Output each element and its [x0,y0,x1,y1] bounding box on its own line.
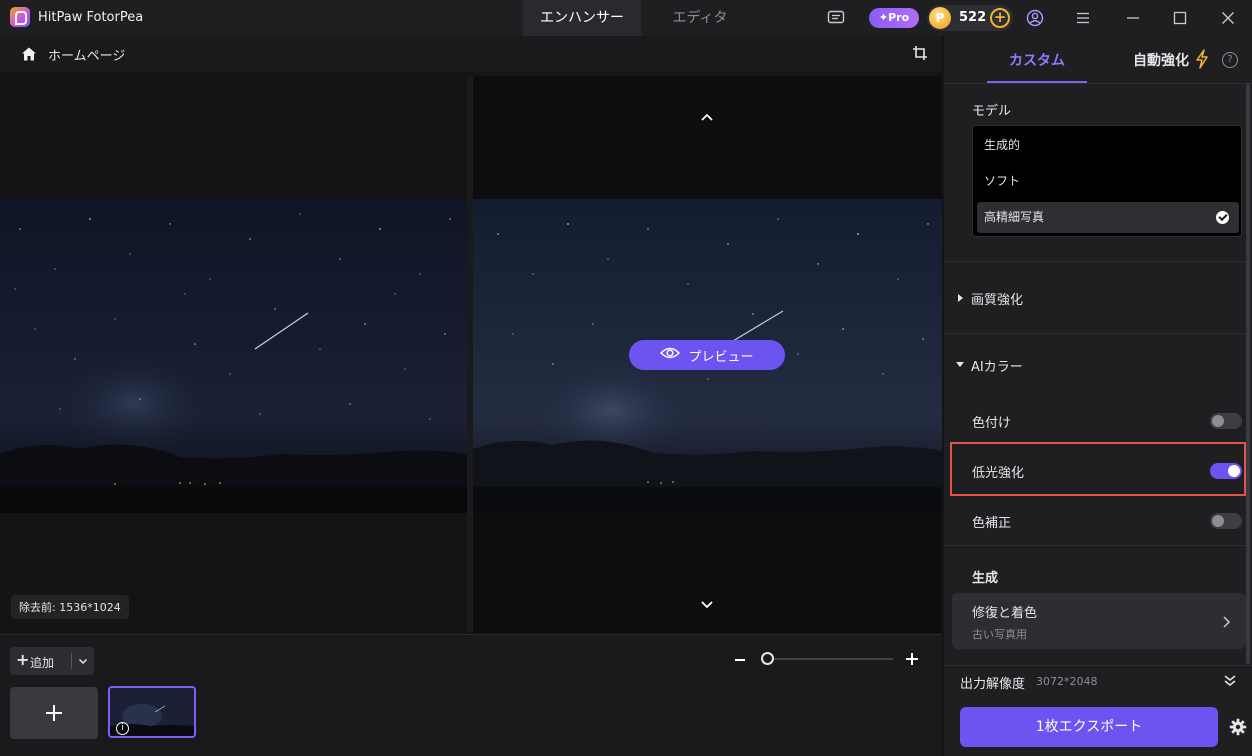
add-separator [71,653,72,669]
add-image-tile[interactable] [10,687,98,739]
zoom-in-icon[interactable] [904,651,920,667]
original-size-tag: 除去前: 1536*1024 [11,595,129,619]
model-selector: 生成的 ソフト 高精細写真 [972,125,1242,237]
export-button[interactable]: 1枚エクスポート [960,707,1218,747]
active-tab-indicator [987,81,1087,83]
color-correction-label: 色補正 [972,516,1012,531]
crop-icon[interactable] [912,45,930,63]
low-light-toggle[interactable] [1210,463,1242,479]
eye-icon [660,346,681,364]
expand-arrow-icon[interactable] [958,294,963,302]
preview-label: プレビュー [688,349,754,365]
app-window: HitPaw FotorPea エンハンサー エディタ ✦Pro P 522 + [0,0,1252,756]
add-label: 追加 [30,656,55,670]
message-icon[interactable] [826,8,846,28]
check-icon [1216,211,1229,224]
restore-title: 修復と着色 [972,606,1038,621]
model-option-hd-photo[interactable]: 高精細写真 [977,202,1239,233]
maximize-icon[interactable] [1170,8,1190,28]
nav-row: ホームページ [0,36,942,72]
settings-panel: カスタム 自動強化 ? モデル 生成的 ソフト 高精細写真 画質強化 AIカラー… [944,36,1252,756]
compare-divider[interactable] [467,76,473,633]
image-thumbnail[interactable]: i [108,686,196,738]
ai-color-section[interactable]: AIカラー [971,356,1023,375]
generate-label: 生成 [972,571,999,586]
title-bar: HitPaw FotorPea エンハンサー エディタ ✦Pro P 522 + [0,0,1252,36]
add-dropdown-chevron-icon[interactable] [77,655,89,667]
pro-badge[interactable]: ✦Pro [869,8,919,28]
tab-auto-enhance[interactable]: 自動強化 [1133,50,1189,70]
help-icon[interactable]: ? [1222,52,1238,68]
menu-icon[interactable] [1073,8,1093,28]
divider [944,665,1252,666]
chevron-up-icon[interactable] [697,107,717,127]
color-correction-toggle[interactable] [1210,513,1242,529]
home-link[interactable]: ホームページ [48,45,125,64]
panel-tabs: カスタム 自動強化 ? [944,36,1252,84]
add-button[interactable]: + 追加 [10,647,94,675]
home-icon[interactable] [20,45,38,63]
low-light-label: 低光強化 [972,466,1025,481]
model-label: モデル [972,104,1012,119]
output-resolution-value: 3072*2048 [1036,675,1098,688]
gear-icon[interactable] [1229,718,1247,736]
restore-subtitle: 古い写真用 [972,628,1027,641]
tab-enhancer[interactable]: エンハンサー [523,0,641,36]
chevron-right-icon [1220,614,1232,628]
panel-scrollbar[interactable] [1246,84,1250,664]
divider [944,545,1246,546]
double-chevron-down-icon[interactable] [1223,673,1237,687]
app-logo-icon [10,7,30,27]
close-icon[interactable] [1218,8,1238,28]
minimize-icon[interactable] [1123,8,1143,28]
plus-icon: + [16,650,30,669]
zoom-slider-handle[interactable] [761,652,774,665]
coin-balance[interactable]: P 522 + [927,5,1013,31]
tab-custom[interactable]: カスタム [987,50,1087,70]
restore-colorize-card[interactable]: 修復と着色 古い写真用 [952,593,1246,649]
quality-enhance-section[interactable]: 画質強化 [971,289,1023,308]
add-coins-icon[interactable]: + [990,8,1010,28]
collapse-arrow-icon[interactable] [956,362,964,367]
plus-icon [46,705,62,721]
output-resolution-label: 出力解像度 [960,677,1026,692]
coin-count: 522 [959,10,987,25]
lightning-icon [1195,49,1209,69]
model-option-generative[interactable]: 生成的 [977,130,1239,161]
chevron-down-icon[interactable] [697,594,717,614]
app-title: HitPaw FotorPea [38,10,144,25]
mode-tabs: エンハンサー エディタ [523,0,759,36]
original-image [0,199,467,513]
account-icon[interactable] [1025,8,1045,28]
colorize-toggle[interactable] [1210,413,1242,429]
divider [944,333,1246,334]
bottom-toolbar: + 追加 i [0,634,942,756]
zoom-out-icon[interactable] [733,652,747,666]
zoom-slider-track[interactable] [767,658,893,660]
model-option-soft[interactable]: ソフト [977,166,1239,197]
tab-editor[interactable]: エディタ [641,0,759,36]
model-option-label: 高精細写真 [984,210,1045,224]
coin-icon: P [929,7,951,29]
image-viewer: プレビュー 除去前: 1536*1024 [0,72,942,634]
preview-button[interactable]: プレビュー [629,340,785,370]
colorize-label: 色付け [972,416,1012,431]
divider [944,261,1246,262]
info-icon[interactable]: i [116,722,129,735]
